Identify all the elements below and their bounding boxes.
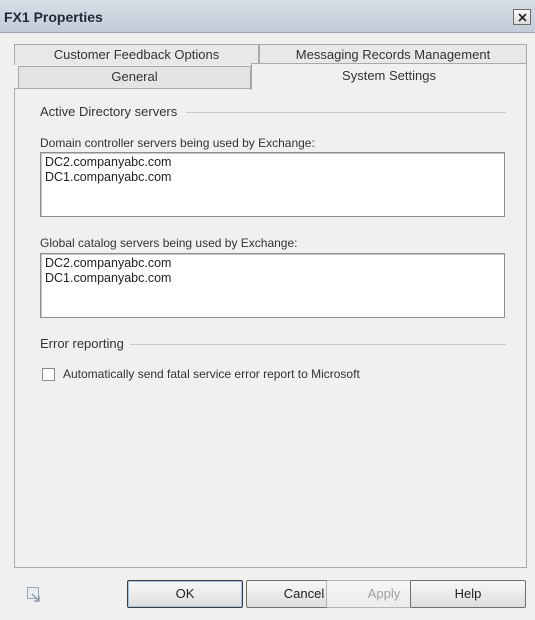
error-report-checkbox-label[interactable]: Automatically send fatal service error r… <box>63 367 360 381</box>
active-directory-section-title: Active Directory servers <box>40 104 178 119</box>
domain-controllers-label: Domain controller servers being used by … <box>40 136 315 150</box>
help-button[interactable]: Help <box>410 580 526 608</box>
domain-controllers-listbox[interactable]: DC2.companyabc.com DC1.companyabc.com <box>40 152 505 217</box>
global-catalogs-listbox[interactable]: DC2.companyabc.com DC1.companyabc.com <box>40 253 505 318</box>
close-icon <box>518 13 527 22</box>
tab-messaging-records-management[interactable]: Messaging Records Management <box>259 44 527 65</box>
list-item[interactable]: DC1.companyabc.com <box>45 271 500 286</box>
list-item[interactable]: DC1.companyabc.com <box>45 170 500 185</box>
tab-system-settings[interactable]: System Settings <box>251 63 527 90</box>
window-title: FX1 Properties <box>4 9 103 25</box>
tab-general[interactable]: General <box>18 66 251 88</box>
list-item[interactable]: DC2.companyabc.com <box>45 256 500 271</box>
title-bar[interactable]: FX1 Properties <box>0 0 535 33</box>
error-reporting-section-title: Error reporting <box>40 336 124 351</box>
error-report-checkbox[interactable] <box>42 368 55 381</box>
section-divider <box>130 344 506 345</box>
ok-button[interactable]: OK <box>127 580 243 608</box>
context-help-icon[interactable] <box>26 586 44 604</box>
list-item[interactable]: DC2.companyabc.com <box>45 155 500 170</box>
close-button[interactable] <box>513 9 531 25</box>
global-catalogs-label: Global catalog servers being used by Exc… <box>40 236 298 250</box>
section-divider <box>186 112 506 113</box>
tab-customer-feedback-options[interactable]: Customer Feedback Options <box>14 44 259 65</box>
properties-dialog: FX1 Properties Customer Feedback Options… <box>0 0 535 620</box>
